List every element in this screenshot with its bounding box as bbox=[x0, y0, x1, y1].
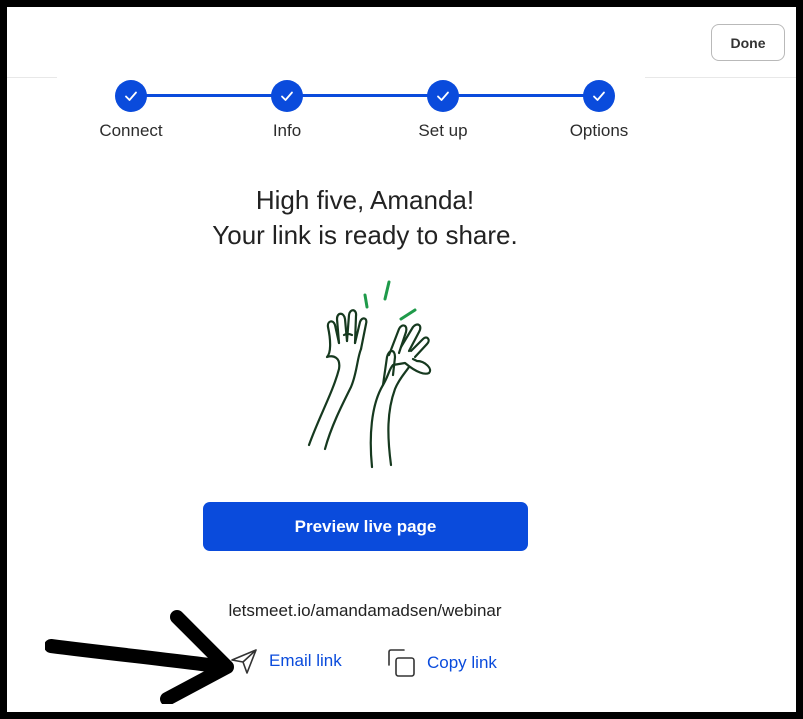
check-icon bbox=[583, 80, 615, 112]
step-label: Connect bbox=[99, 121, 163, 140]
email-link-label: Email link bbox=[269, 651, 342, 670]
success-heading: High five, Amanda! Your link is ready to… bbox=[7, 183, 723, 253]
check-icon bbox=[271, 80, 303, 112]
heading-line-2: Your link is ready to share. bbox=[212, 220, 518, 250]
check-icon bbox=[427, 80, 459, 112]
copy-link-label: Copy link bbox=[427, 653, 497, 672]
arrow-right-icon bbox=[45, 610, 234, 704]
heading-line-1: High five, Amanda! bbox=[255, 185, 475, 215]
preview-live-page-button[interactable]: Preview live page bbox=[203, 502, 528, 551]
share-link-dialog: Done Connect Info Set up Options High fi… bbox=[7, 7, 796, 712]
progress-stepper: Connect Info Set up Options bbox=[7, 7, 796, 147]
check-icon bbox=[115, 80, 147, 112]
step-label: Options bbox=[569, 121, 629, 140]
step-connect: Connect bbox=[71, 80, 191, 141]
email-link-button[interactable]: Email link bbox=[229, 647, 342, 675]
step-info: Info bbox=[227, 80, 347, 141]
step-label: Info bbox=[272, 121, 302, 140]
stepper-track bbox=[131, 94, 599, 97]
high-five-hands-icon bbox=[307, 280, 432, 469]
step-label: Set up bbox=[418, 121, 468, 140]
step-options: Options bbox=[539, 80, 659, 141]
copy-link-button[interactable]: Copy link bbox=[385, 647, 497, 679]
copy-icon bbox=[388, 649, 415, 677]
step-set-up: Set up bbox=[383, 80, 503, 141]
